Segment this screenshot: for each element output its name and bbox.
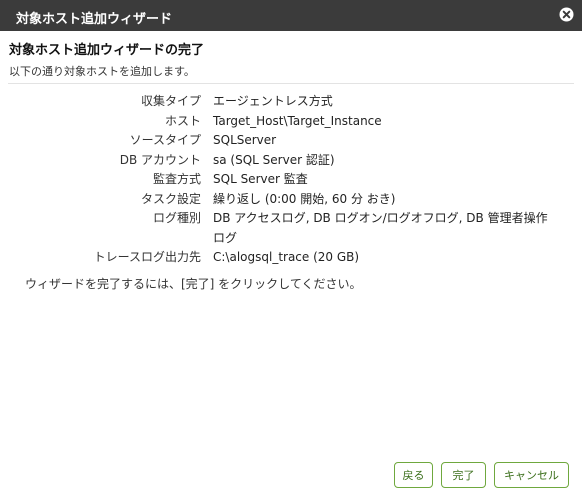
summary-row-collection-type: 収集タイプ エージェントレス方式	[0, 92, 582, 112]
finish-button[interactable]: 完了	[441, 462, 486, 488]
summary-value: SQL Server 監査	[213, 172, 308, 186]
summary-label: 監査方式	[152, 172, 201, 186]
divider	[8, 83, 574, 84]
summary-value: DB アクセスログ, DB ログオン/ログオフログ, DB 管理者操作ログ	[213, 211, 548, 245]
summary-label: タスク設定	[140, 191, 201, 206]
summary-row-host: ホスト Target_Host\Target_Instance	[0, 112, 582, 132]
summary-row-trace-log-destination: トレースログ出力先 C:\alogsql_trace (20 GB)	[0, 248, 582, 268]
summary-row-db-account: DB アカウント sa (SQL Server 認証)	[0, 151, 582, 171]
summary-label: 収集タイプ	[140, 94, 201, 108]
finish-instruction: ウィザードを完了するには、[完了] をクリックしてください。	[25, 277, 362, 291]
summary-row-audit-method: 監査方式 SQL Server 監査	[0, 170, 582, 190]
summary-value: SQLServer	[213, 133, 277, 147]
summary-row-task-setting: タスク設定 繰り返し (0:00 開始, 60 分 おき)	[0, 190, 582, 210]
summary-value: sa (SQL Server 認証)	[213, 152, 335, 167]
page-description: 以下の通り対象ホストを追加します。	[9, 65, 195, 78]
summary-label: ホスト	[164, 113, 201, 128]
summary-row-source-type: ソースタイプ SQLServer	[0, 131, 582, 151]
dialog-title: 対象ホスト追加ウィザード	[16, 12, 173, 27]
summary-label: トレースログ出力先	[93, 250, 201, 264]
summary-value: エージェントレス方式	[213, 94, 333, 108]
summary-value: C:\alogsql_trace (20 GB)	[213, 250, 360, 264]
summary-label: DB アカウント	[119, 152, 201, 167]
page-heading: 対象ホスト追加ウィザードの完了	[9, 43, 205, 58]
dialog-titlebar: 対象ホスト追加ウィザード	[0, 0, 582, 31]
summary-label: ソースタイプ	[129, 133, 201, 147]
close-icon[interactable]	[559, 7, 574, 22]
back-button[interactable]: 戻る	[394, 462, 433, 488]
summary-value: Target_Host\Target_Instance	[213, 113, 382, 128]
summary-label: ログ種別	[152, 211, 201, 225]
summary-row-log-type: ログ種別 DB アクセスログ, DB ログオン/ログオフログ, DB 管理者操作…	[0, 209, 582, 248]
summary-value: 繰り返し (0:00 開始, 60 分 おき)	[213, 191, 396, 206]
summary-list: 収集タイプ エージェントレス方式 ホスト Target_Host\Target_…	[0, 92, 582, 268]
cancel-button[interactable]: キャンセル	[494, 462, 569, 488]
